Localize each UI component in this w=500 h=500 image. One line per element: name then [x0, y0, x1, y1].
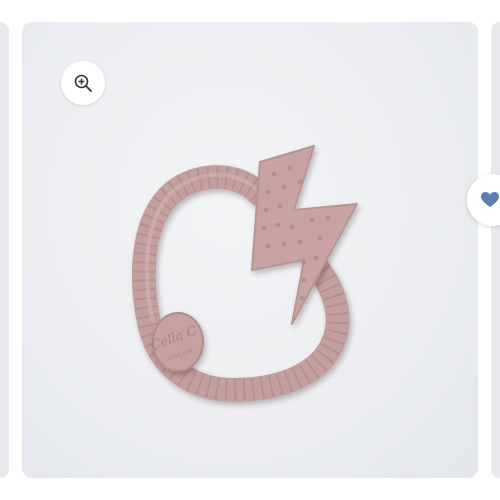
heart-icon — [481, 192, 499, 207]
zoom-button[interactable] — [61, 61, 105, 105]
previous-slide-edge[interactable] — [0, 22, 9, 478]
zoom-in-icon — [74, 74, 92, 92]
product-image-slide: Cella C LITTLE ONE — [22, 22, 478, 478]
product-image-carousel: Cella C LITTLE ONE — [0, 0, 500, 500]
next-slide-edge[interactable] — [491, 22, 500, 478]
